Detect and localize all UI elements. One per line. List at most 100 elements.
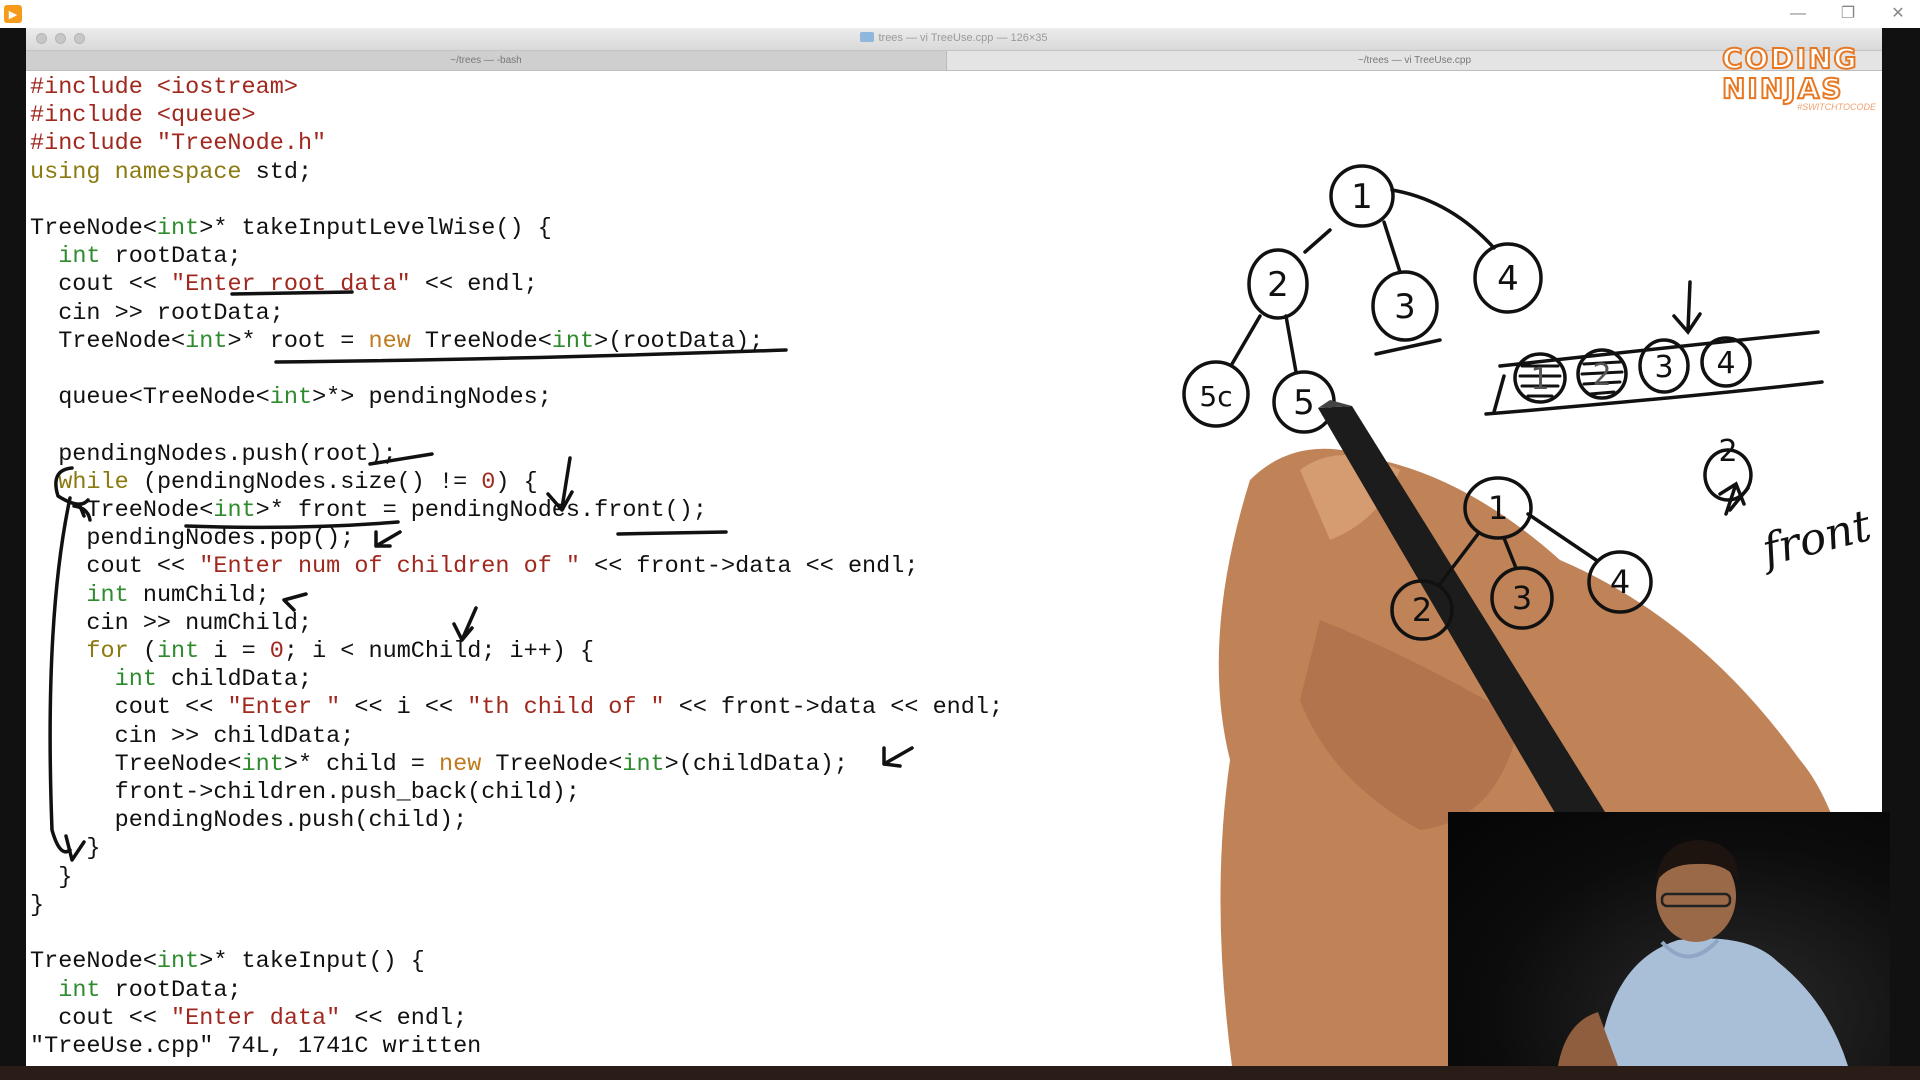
code-token: int: [185, 327, 228, 355]
code-token: cout <<: [30, 694, 228, 722]
code-token: TreeNode<: [30, 327, 186, 355]
code-token: #include <queue>: [30, 102, 256, 130]
code-token: }: [30, 835, 101, 863]
code-token: TreeNode<: [30, 497, 214, 525]
terminal-tabbar: ~/trees — -bash ~/trees — vi TreeUse.cpp: [26, 51, 1882, 71]
code-token: #include "TreeNode.h": [30, 130, 327, 158]
close-icon[interactable]: ✕: [1886, 2, 1910, 26]
code-token: TreeNode<: [30, 948, 157, 976]
code-token: "Enter num of children of ": [199, 553, 580, 581]
code-token: >(childData);: [664, 750, 848, 778]
code-line: cout << "Enter num of children of " << f…: [30, 553, 918, 580]
logo-line-2: NINJAS: [1721, 72, 1844, 105]
presenter-webcam: [1448, 812, 1890, 1066]
code-token: TreeNode<: [410, 327, 552, 355]
code-line: pendingNodes.push(child);: [30, 807, 468, 835]
code-token: int: [156, 638, 200, 666]
code-token: TreeNode<: [481, 750, 623, 778]
code-token: int: [114, 666, 157, 694]
code-line: TreeNode<int>* front = pendingNodes.fron…: [30, 497, 707, 524]
code-line: #include "TreeNode.h": [30, 130, 326, 157]
tab-bash[interactable]: ~/trees — -bash: [26, 51, 947, 70]
window-title: trees — vi TreeUse.cpp — 126×35: [26, 32, 1882, 44]
code-line: front->children.push_back(child);: [30, 779, 580, 806]
code-token: }: [30, 891, 45, 919]
restore-icon[interactable]: ❐: [1836, 2, 1860, 26]
code-editor[interactable]: #include <iostream> #include <queue> #in…: [30, 74, 1003, 1061]
code-token: int: [86, 581, 129, 609]
code-line: cin >> rootData;: [30, 300, 284, 327]
code-token: cin >> numChild;: [30, 609, 313, 637]
code-token: int: [622, 750, 665, 778]
code-token: << i <<: [340, 694, 468, 722]
video-border-bottom: [0, 1066, 1920, 1080]
code-token: int: [551, 327, 595, 355]
code-token: >*> pendingNodes;: [312, 384, 552, 412]
code-token: int: [58, 976, 101, 1004]
code-token: >* takeInput() {: [199, 948, 425, 976]
code-token: cin >> rootData;: [30, 299, 284, 327]
code-token: queue<TreeNode<: [30, 384, 270, 412]
code-line: TreeNode<int>* child = new TreeNode<int>…: [30, 751, 848, 778]
code-line: TreeNode<int>* takeInput() {: [30, 948, 425, 975]
code-token: pendingNodes.push(root);: [30, 440, 397, 468]
code-token: (: [128, 638, 157, 666]
code-line: cout << "Enter root data" << endl;: [30, 271, 538, 298]
code-token: }: [30, 863, 73, 891]
code-token: pendingNodes.pop();: [30, 525, 355, 553]
player-title-bar: ▶ — ❐ ✕: [0, 0, 1920, 28]
code-line: TreeNode<int>* root = new TreeNode<int>(…: [30, 328, 763, 355]
code-token: pendingNodes.push(child);: [30, 807, 468, 835]
code-token: << endl;: [410, 271, 538, 299]
minimize-icon[interactable]: —: [1786, 2, 1810, 26]
code-line: int rootData;: [30, 243, 242, 271]
code-line: cin >> numChild;: [30, 610, 312, 637]
code-line: using namespace std;: [30, 159, 312, 186]
video-border-left: [0, 28, 26, 1080]
code-token: cin >> childData;: [30, 722, 355, 750]
code-token: int: [269, 384, 313, 412]
code-lines: #include <iostream> #include <queue> #in…: [30, 74, 1003, 1032]
code-token: "Enter ": [227, 694, 341, 722]
code-token: int: [213, 497, 256, 525]
code-line: }: [30, 864, 72, 891]
code-token: 0: [481, 468, 496, 496]
code-token: "th child of ": [467, 694, 665, 722]
code-token: rootData;: [100, 976, 242, 1004]
code-token: rootData;: [100, 243, 242, 271]
code-line: #include <iostream>: [30, 74, 298, 101]
code-token: new: [439, 750, 482, 778]
window-title-text: trees — vi TreeUse.cpp — 126×35: [878, 32, 1048, 44]
code-token: << endl;: [340, 1004, 468, 1032]
player-app-icon: ▶: [4, 5, 22, 23]
code-token: cout <<: [30, 271, 172, 299]
code-token: ) {: [495, 468, 538, 496]
code-line: cin >> childData;: [30, 722, 355, 750]
code-token: >(rootData);: [594, 327, 764, 355]
window-controls: — ❐ ✕: [1786, 2, 1910, 26]
code-token: int: [58, 243, 101, 271]
code-line: pendingNodes.push(root);: [30, 440, 397, 468]
code-line: while (pendingNodes.size() != 0) {: [30, 469, 538, 496]
code-line: cout << "Enter data" << endl;: [30, 1005, 467, 1032]
code-line: for (int i = 0; i < numChild; i++) {: [30, 638, 594, 665]
logo-line-1: CODING: [1721, 42, 1859, 75]
code-token: (pendingNodes.size() !=: [128, 468, 482, 496]
code-token: >* child =: [283, 750, 439, 778]
code-token: for: [86, 638, 129, 666]
code-line: int childData;: [30, 666, 312, 693]
code-token: while: [58, 468, 129, 496]
presenter-figure: [1558, 840, 1848, 1066]
code-token: >* root =: [227, 327, 369, 355]
code-line: cout << "Enter " << i << "th child of " …: [30, 694, 1003, 721]
code-token: int: [156, 215, 200, 243]
code-token: "Enter data": [171, 1004, 341, 1032]
code-token: TreeNode<: [30, 750, 242, 778]
code-token: i =: [199, 638, 270, 666]
code-token: >* takeInputLevelWise() {: [199, 215, 552, 243]
